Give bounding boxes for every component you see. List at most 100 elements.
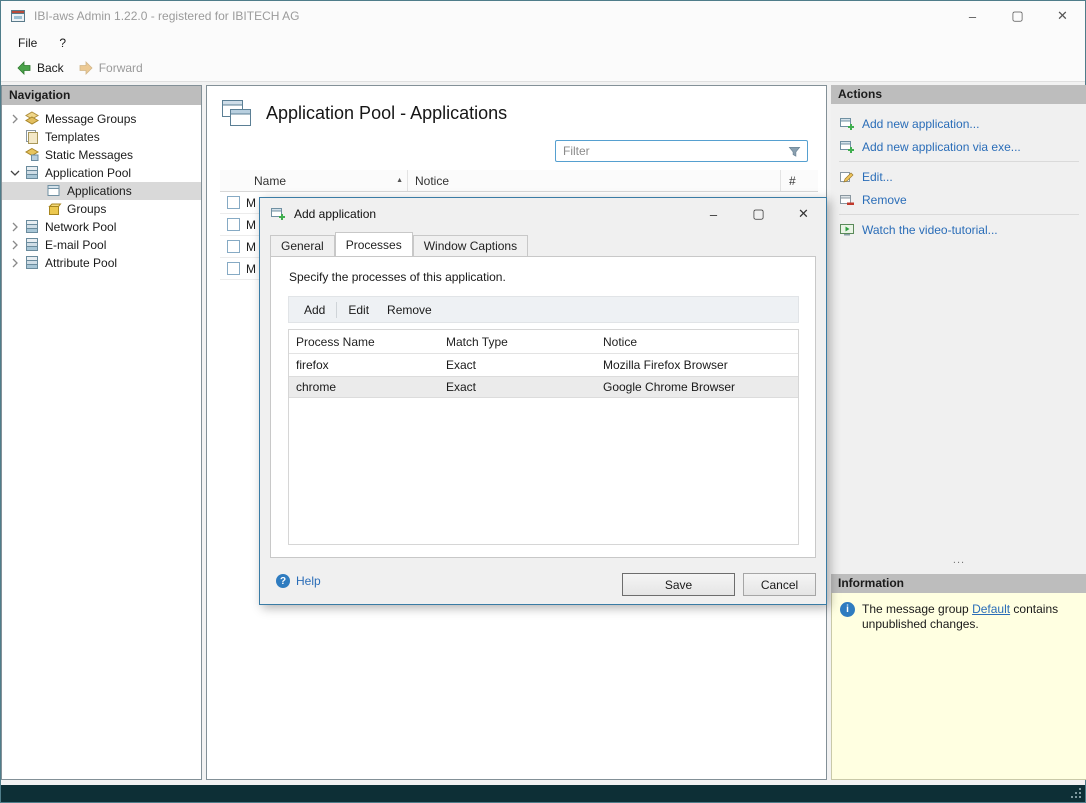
action-watch-video-tutorial[interactable]: Watch the video-tutorial... bbox=[831, 218, 1086, 241]
resize-grip-icon[interactable] bbox=[1079, 796, 1081, 798]
tree-item-label: Network Pool bbox=[45, 220, 117, 234]
forward-icon bbox=[78, 60, 94, 76]
notice-column-header[interactable]: Notice bbox=[603, 335, 798, 349]
notice-column-header[interactable]: Notice bbox=[407, 170, 780, 191]
filter-icon[interactable] bbox=[787, 144, 802, 159]
titlebar: IBI-aws Admin 1.22.0 - registered for IB… bbox=[1, 1, 1085, 31]
processes-table: Process Name Match Type Notice firefox E… bbox=[288, 329, 799, 545]
count-column-label: # bbox=[789, 173, 796, 188]
add-application-dialog: Add application – ▢ ✕ General Processes … bbox=[259, 197, 827, 605]
actions-list: Add new application... Add new applicati… bbox=[831, 104, 1086, 241]
dialog-controls: – ▢ ✕ bbox=[691, 198, 826, 230]
sidebar-item-attribute-pool[interactable]: Attribute Pool bbox=[2, 254, 201, 272]
help-link[interactable]: ? Help bbox=[276, 574, 321, 588]
sidebar-item-email-pool[interactable]: E-mail Pool bbox=[2, 236, 201, 254]
templates-icon bbox=[24, 129, 40, 145]
chevron-right-icon[interactable] bbox=[9, 257, 21, 269]
default-message-group-link[interactable]: Default bbox=[972, 602, 1010, 616]
processes-tab-page: Specify the processes of this applicatio… bbox=[270, 256, 816, 558]
edit-process-button[interactable]: Edit bbox=[339, 303, 378, 317]
row-checkbox[interactable] bbox=[227, 262, 240, 275]
forward-button[interactable]: Forward bbox=[71, 58, 150, 78]
chevron-right-icon[interactable] bbox=[9, 239, 21, 251]
tree-item-label: Templates bbox=[45, 130, 100, 144]
sidebar-item-applications[interactable]: Applications bbox=[2, 182, 201, 200]
match-type-cell: Exact bbox=[446, 358, 477, 372]
sidebar-item-templates[interactable]: Templates bbox=[2, 128, 201, 146]
action-label: Remove bbox=[862, 192, 907, 207]
sidebar-item-static-messages[interactable]: Static Messages bbox=[2, 146, 201, 164]
chevron-down-icon[interactable] bbox=[9, 167, 21, 179]
actions-header: Actions bbox=[831, 85, 1086, 104]
tree-item-label: E-mail Pool bbox=[45, 238, 107, 252]
tab-window-captions[interactable]: Window Captions bbox=[412, 235, 529, 256]
page-title: Application Pool - Applications bbox=[266, 102, 508, 123]
add-process-button[interactable]: Add bbox=[295, 303, 334, 317]
statusbar bbox=[1, 785, 1085, 802]
row-checkbox[interactable] bbox=[227, 218, 240, 231]
sidebar-item-application-pool[interactable]: Application Pool bbox=[2, 164, 201, 182]
row-checkbox[interactable] bbox=[227, 240, 240, 253]
minimize-button[interactable]: – bbox=[950, 1, 995, 31]
process-name-cell: chrome bbox=[296, 380, 337, 394]
add-application-icon bbox=[839, 116, 855, 132]
maximize-button[interactable]: ▢ bbox=[995, 1, 1040, 31]
row-checkbox[interactable] bbox=[227, 196, 240, 209]
attribute-pool-icon bbox=[24, 255, 40, 271]
sidebar-item-network-pool[interactable]: Network Pool bbox=[2, 218, 201, 236]
message-groups-icon bbox=[24, 111, 40, 127]
save-button[interactable]: Save bbox=[622, 573, 735, 596]
menu-file[interactable]: File bbox=[7, 31, 48, 55]
action-edit[interactable]: Edit... bbox=[831, 165, 1086, 188]
dialog-minimize-button[interactable]: – bbox=[691, 198, 736, 230]
match-type-column-header[interactable]: Match Type bbox=[446, 335, 603, 349]
dialog-maximize-button[interactable]: ▢ bbox=[736, 198, 781, 230]
chevron-right-icon[interactable] bbox=[9, 113, 21, 125]
close-button[interactable]: ✕ bbox=[1040, 1, 1085, 31]
info-icon: i bbox=[840, 602, 855, 617]
navigation-tree: Message Groups Templates Static Messages… bbox=[2, 105, 201, 272]
tab-processes[interactable]: Processes bbox=[334, 232, 413, 256]
back-button[interactable]: Back bbox=[9, 58, 71, 78]
count-column-header[interactable]: # bbox=[780, 170, 818, 191]
tab-general[interactable]: General bbox=[270, 235, 335, 256]
filter-input[interactable] bbox=[556, 144, 787, 158]
cancel-button[interactable]: Cancel bbox=[743, 573, 816, 596]
action-add-new-application[interactable]: Add new application... bbox=[831, 112, 1086, 135]
add-application-dialog-icon bbox=[270, 206, 286, 222]
static-messages-icon bbox=[24, 147, 40, 163]
processes-toolbar: Add Edit Remove bbox=[288, 296, 799, 323]
processes-description: Specify the processes of this applicatio… bbox=[289, 270, 506, 284]
tree-item-label: Message Groups bbox=[45, 112, 137, 126]
chevron-right-icon[interactable] bbox=[9, 221, 21, 233]
checkbox-column-header[interactable] bbox=[220, 170, 248, 191]
name-column-header[interactable]: Name ▲ bbox=[248, 170, 407, 191]
action-label: Edit... bbox=[862, 169, 893, 184]
application-pool-icon bbox=[24, 165, 40, 181]
dialog-close-button[interactable]: ✕ bbox=[781, 198, 826, 230]
email-pool-icon bbox=[24, 237, 40, 253]
action-add-new-application-via-exe[interactable]: Add new application via exe... bbox=[831, 135, 1086, 158]
panel-splitter[interactable]: ... bbox=[831, 555, 1086, 566]
back-label: Back bbox=[37, 61, 64, 75]
process-row-chrome[interactable]: chrome Exact Google Chrome Browser bbox=[289, 376, 798, 398]
action-label: Watch the video-tutorial... bbox=[862, 222, 998, 237]
action-remove[interactable]: Remove bbox=[831, 188, 1086, 211]
navigation-header: Navigation bbox=[2, 86, 201, 105]
sidebar-item-groups[interactable]: Groups bbox=[2, 200, 201, 218]
forward-label: Forward bbox=[98, 61, 143, 75]
sidebar-item-message-groups[interactable]: Message Groups bbox=[2, 110, 201, 128]
name-column-label: Name bbox=[254, 173, 287, 188]
remove-icon bbox=[839, 192, 855, 208]
process-row-firefox[interactable]: firefox Exact Mozilla Firefox Browser bbox=[289, 354, 798, 376]
add-application-exe-icon bbox=[839, 139, 855, 155]
remove-process-button[interactable]: Remove bbox=[378, 303, 441, 317]
sort-ascending-icon: ▲ bbox=[396, 177, 403, 184]
table-header-row: Name ▲ Notice # bbox=[220, 170, 818, 192]
dialog-title: Add application bbox=[294, 207, 377, 221]
main-header: Application Pool - Applications bbox=[219, 96, 507, 130]
back-icon bbox=[16, 60, 32, 76]
process-name-column-header[interactable]: Process Name bbox=[289, 335, 446, 349]
actions-separator bbox=[839, 214, 1079, 215]
menu-help[interactable]: ? bbox=[48, 31, 77, 55]
